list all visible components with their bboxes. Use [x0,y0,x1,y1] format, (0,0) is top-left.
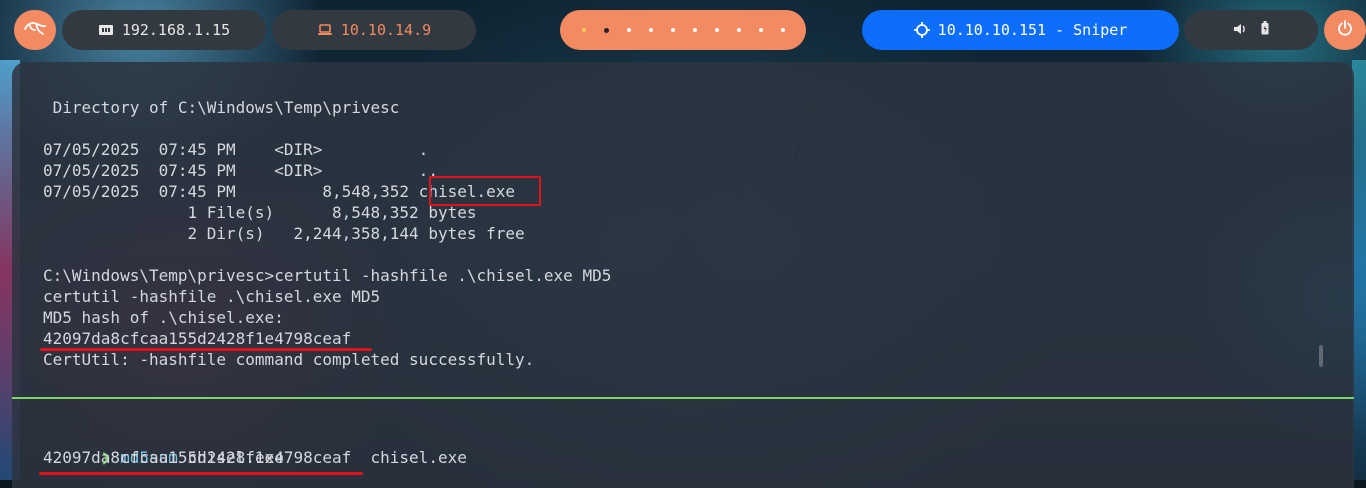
workspace-dot-7[interactable] [714,28,719,32]
terminal-line: 07/05/2025 07:45 PM <DIR> . [43,140,429,159]
laptop-icon [317,24,333,36]
underline-local-hash [39,472,363,475]
terminal-window[interactable]: Directory of C:\Windows\Temp\privesc 07/0… [12,62,1354,488]
workspace-dot-4[interactable] [648,28,653,32]
system-tray [1184,10,1318,50]
terminal-pane-remote[interactable]: Directory of C:\Windows\Temp\privesc 07/0… [12,62,1354,397]
host-ip-text: 192.168.1.15 [121,21,231,39]
volume-icon[interactable] [1233,21,1247,39]
highlight-box-chisel-exe [429,176,541,206]
workspace-dot-5[interactable] [670,28,675,32]
terminal-line: 2 Dir(s) 2,244,358,144 bytes free [43,224,525,243]
workspace-dot-10[interactable] [780,28,785,32]
workspace-dot-3[interactable] [626,28,631,32]
local-output-line: 42097da8cfcaa155d2428f1e4798ceaf chisel.… [43,448,467,467]
vpn-ip-text: 10.10.14.9 [340,21,432,39]
target-widget[interactable]: 10.10.10.151 - Sniper [862,10,1179,50]
target-text: 10.10.10.151 - Sniper [937,21,1128,39]
neon-sign-right [1352,60,1366,480]
terminal-line: 42097da8cfcaa155d2428f1e4798ceaf [43,329,352,348]
terminal-line: 1 File(s) 8,548,352 bytes [43,203,477,222]
terminal-line: certutil -hashfile .\chisel.exe MD5 [43,287,381,306]
crosshair-icon [913,22,930,38]
workspace-switcher[interactable] [560,10,806,50]
terminal-line: 07/05/2025 07:45 PM <DIR> .. [43,161,438,180]
scrollbar-thumb[interactable] [1319,345,1323,367]
host-ip-widget[interactable]: 192.168.1.15 [62,10,266,50]
terminal-line: MD5 hash of .\chisel.exe: [43,308,284,327]
terminal-line: CertUtil: -hashfile command completed su… [43,350,535,369]
workspace-dot-1[interactable] [581,28,586,32]
top-bar: 192.168.1.15 10.10.14.9 10.10.10.151 - S… [0,0,1366,62]
launcher-button[interactable] [14,10,56,50]
terminal-line: Directory of C:\Windows\Temp\privesc [43,98,400,117]
workspace-dot-6[interactable] [692,28,697,32]
workspace-dot-8[interactable] [736,28,741,32]
local-prompt-line: ❯ md5sum chisel.exe [43,426,284,467]
power-icon [1337,20,1353,40]
battery-icon[interactable] [1261,21,1269,39]
terminal-line: C:\Windows\Temp\privesc>certutil -hashfi… [43,266,612,285]
underline-remote-hash [40,348,372,351]
ethernet-icon [98,23,114,37]
kali-dragon-icon [24,20,46,40]
workspace-dot-9[interactable] [758,28,763,32]
power-button[interactable] [1324,10,1366,50]
workspace-dot-2[interactable] [603,27,609,33]
vpn-ip-widget[interactable]: 10.10.14.9 [272,10,476,50]
